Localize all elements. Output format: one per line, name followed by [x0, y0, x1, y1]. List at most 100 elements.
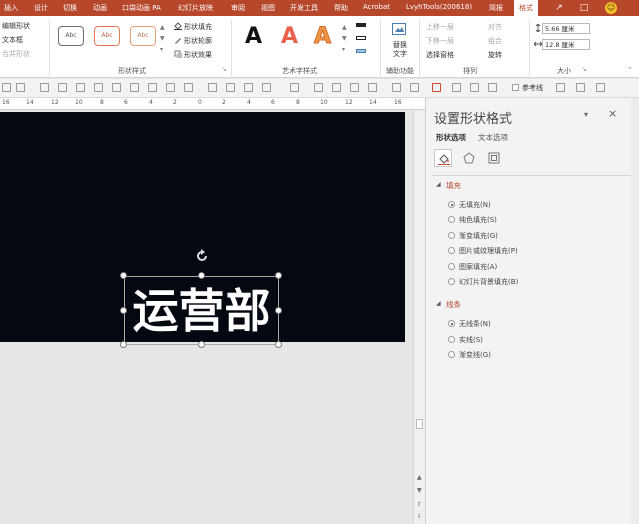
- alt-text-button-line2[interactable]: 文字: [393, 49, 407, 59]
- tool-icon[interactable]: [226, 83, 235, 92]
- tool-icon[interactable]: [332, 83, 341, 92]
- resize-handle[interactable]: [198, 341, 205, 348]
- wordart-style-orange[interactable]: A: [313, 24, 331, 50]
- tool-icon[interactable]: [244, 83, 253, 92]
- pane-scrollbar[interactable]: [631, 98, 639, 524]
- radio-pattern-fill[interactable]: [448, 263, 455, 270]
- lock-icon[interactable]: [130, 83, 139, 92]
- rotate-handle-icon[interactable]: [195, 249, 209, 263]
- radio-picture-fill[interactable]: [448, 247, 455, 254]
- tool-icon[interactable]: [16, 83, 25, 92]
- pane-options-icon[interactable]: ▾: [584, 110, 588, 119]
- tool-icon[interactable]: [262, 83, 271, 92]
- tool-icon[interactable]: [94, 83, 103, 92]
- tool-icon[interactable]: [184, 83, 193, 92]
- tool-icon[interactable]: [350, 83, 359, 92]
- tool-icon[interactable]: [556, 83, 565, 92]
- eyedropper-icon[interactable]: [470, 83, 479, 92]
- slide-title-text[interactable]: 运营部: [124, 282, 279, 340]
- radio-no-line[interactable]: [448, 320, 455, 327]
- radio-solid-fill[interactable]: [448, 216, 455, 223]
- tool-icon[interactable]: [148, 83, 157, 92]
- tab-design[interactable]: 设计: [34, 3, 48, 13]
- tab-animations[interactable]: 动画: [93, 3, 107, 13]
- dialog-launcher-icon[interactable]: ↘: [582, 66, 590, 74]
- radio-no-fill[interactable]: [448, 201, 455, 208]
- eyedropper-icon[interactable]: [452, 83, 461, 92]
- radio-gradient-line[interactable]: [448, 351, 455, 358]
- fill-expand-icon[interactable]: ◢: [436, 181, 441, 188]
- tab-slideshow[interactable]: 幻灯片放映: [178, 3, 213, 13]
- shape-icon[interactable]: [290, 83, 299, 92]
- tool-icon[interactable]: [76, 83, 85, 92]
- resize-handle[interactable]: [120, 272, 127, 279]
- pentagon-effects-icon[interactable]: [463, 152, 475, 164]
- eyedropper-icon[interactable]: [392, 83, 401, 92]
- vertical-scrollbar[interactable]: ▲ ▼ ⇧ ⇩: [413, 111, 425, 524]
- comments-icon[interactable]: □: [578, 2, 590, 14]
- send-backward-button[interactable]: 下移一层: [426, 36, 454, 46]
- tool-icon[interactable]: [58, 83, 67, 92]
- tool-icon[interactable]: [166, 83, 175, 92]
- resize-handle[interactable]: [275, 307, 282, 314]
- radio-gradient-fill[interactable]: [448, 232, 455, 239]
- tab-format[interactable]: 格式: [514, 0, 538, 17]
- selection-pane-button[interactable]: 选择窗格: [426, 50, 454, 60]
- resize-handle[interactable]: [275, 272, 282, 279]
- text-box-button[interactable]: 文本框: [2, 35, 23, 45]
- text-fill-icon[interactable]: [356, 23, 366, 27]
- edit-shape-button[interactable]: 编辑形状: [2, 21, 30, 31]
- collapse-ribbon-icon[interactable]: ⌃: [627, 66, 635, 74]
- next-slide-icon[interactable]: ⇩: [417, 513, 422, 520]
- shape-style-3[interactable]: Abc: [130, 26, 156, 46]
- tab-help[interactable]: 帮助: [334, 3, 348, 13]
- image-icon[interactable]: [368, 83, 377, 92]
- group-button[interactable]: 组合: [488, 36, 502, 46]
- bring-forward-button[interactable]: 上移一层: [426, 22, 454, 32]
- tab-pocket-animation[interactable]: 口袋动画 PA: [122, 3, 161, 13]
- reference-line-checkbox[interactable]: [512, 84, 519, 91]
- wordart-style-red[interactable]: A: [281, 24, 298, 49]
- tab-review[interactable]: 审阅: [231, 3, 245, 13]
- tool-icon[interactable]: [40, 83, 49, 92]
- scroll-down-icon[interactable]: ▼: [160, 35, 168, 43]
- shape-style-2[interactable]: Abc: [94, 26, 120, 46]
- merge-shapes-button[interactable]: 合并形状: [2, 49, 30, 59]
- tab-insert[interactable]: 插入: [4, 3, 18, 13]
- tool-icon[interactable]: [112, 83, 121, 92]
- line-section-title[interactable]: 线条: [446, 299, 461, 310]
- tool-icon[interactable]: [314, 83, 323, 92]
- resize-handle[interactable]: [120, 307, 127, 314]
- align-button[interactable]: 对齐: [488, 22, 502, 32]
- wordart-style-black[interactable]: A: [245, 24, 262, 49]
- tool-icon[interactable]: [596, 83, 605, 92]
- slide-canvas[interactable]: 运营部: [0, 112, 405, 348]
- resize-handle[interactable]: [275, 341, 282, 348]
- text-effects-icon[interactable]: [356, 49, 366, 53]
- radio-slide-bg-fill[interactable]: [448, 278, 455, 285]
- width-input[interactable]: 12.8 厘米: [542, 39, 590, 50]
- eyedropper-icon[interactable]: [410, 83, 419, 92]
- size-properties-icon[interactable]: [488, 152, 500, 164]
- smiley-icon[interactable]: ☺: [605, 2, 617, 14]
- fill-line-tab[interactable]: [434, 149, 452, 167]
- scroll-up-icon[interactable]: ▲: [160, 24, 168, 32]
- tab-text-options[interactable]: 文本选项: [478, 132, 508, 143]
- line-expand-icon[interactable]: ◢: [436, 300, 441, 307]
- tab-briefing[interactable]: 简报: [489, 3, 503, 13]
- tab-developer[interactable]: 开发工具: [290, 3, 318, 13]
- rotate-button[interactable]: 旋转: [488, 50, 502, 60]
- tool-icon[interactable]: [208, 83, 217, 92]
- dialog-launcher-icon[interactable]: ↘: [222, 66, 230, 74]
- shape-fill-button[interactable]: 形状填充: [184, 22, 212, 32]
- height-input[interactable]: 5.66 厘米: [542, 23, 590, 34]
- close-icon[interactable]: ×: [608, 107, 617, 120]
- scroll-down-icon[interactable]: ▼: [342, 35, 350, 43]
- tab-lvyhtools[interactable]: LvyhTools(200618): [406, 3, 472, 11]
- resize-handle[interactable]: [198, 272, 205, 279]
- scroll-up-icon[interactable]: ▲: [342, 24, 350, 32]
- scroll-thumb[interactable]: [416, 419, 423, 429]
- radio-solid-line[interactable]: [448, 336, 455, 343]
- text-outline-icon[interactable]: [356, 36, 366, 40]
- more-styles-icon[interactable]: ▾: [160, 46, 168, 54]
